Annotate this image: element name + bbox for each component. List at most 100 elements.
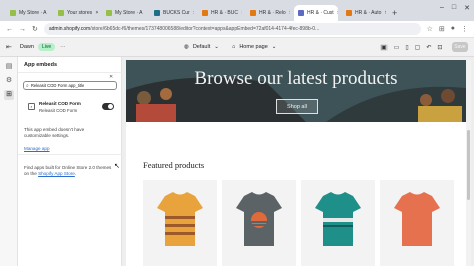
search-value: Releasit COD Form app_title	[30, 83, 85, 88]
forward-icon[interactable]: →	[19, 26, 26, 33]
editor-topbar: ⇤ Dawn Live ··· ◍ Default ⌄ ⌂ Home page …	[0, 38, 474, 57]
url-host: admin.shopify.com	[48, 26, 91, 32]
tshirt-coral-icon	[394, 192, 440, 246]
minimize-icon[interactable]: –	[440, 4, 444, 12]
inspector-icon[interactable]: ▣	[380, 43, 388, 51]
product-card[interactable]	[143, 180, 217, 266]
theme-name: Dawn	[19, 44, 34, 50]
browser-tab[interactable]: BUCKS Cur✕	[150, 5, 194, 21]
tab-label: Your stores	[67, 10, 93, 16]
chevron-down-icon: ⌄	[271, 44, 277, 50]
close-tab-icon[interactable]: ✕	[289, 10, 290, 16]
more-actions-button[interactable]: ···	[60, 44, 66, 50]
shop-all-button[interactable]: Shop all	[276, 99, 318, 114]
close-tab-icon[interactable]: ✕	[95, 10, 98, 16]
embed-app-name: Releasit COD Form	[39, 108, 78, 113]
embed-toggle[interactable]	[102, 103, 114, 110]
find-apps-text: Find apps built for Online Store 2.0 the…	[24, 165, 114, 177]
toggle-knob	[108, 104, 113, 109]
tab-favicon-icon	[58, 10, 64, 16]
browser-tab[interactable]: My Store · A✕	[6, 5, 50, 21]
close-tab-icon[interactable]: ✕	[337, 10, 338, 16]
tab-favicon-icon	[202, 10, 208, 16]
extensions-icon[interactable]: ⊞	[439, 25, 445, 33]
browser-tab[interactable]: HR & · Auto✕	[342, 5, 386, 21]
tab-favicon-icon	[298, 10, 304, 16]
back-icon[interactable]: ←	[6, 26, 13, 33]
profile-icon[interactable]: ●	[451, 25, 455, 33]
tab-label: BUCKS Cur	[163, 10, 190, 16]
tab-favicon-icon	[250, 10, 256, 16]
browser-window: My Store · A✕ Your stores✕ My Store · A✕…	[0, 0, 474, 266]
tab-favicon-icon	[346, 10, 352, 16]
theme-preset-select[interactable]: ◍ Default ⌄	[184, 44, 219, 50]
search-icon: ⌕	[26, 82, 29, 89]
collapse-icon[interactable]: ✕	[109, 74, 113, 80]
store-preview: Browse our latest products Shop all Feat…	[126, 60, 466, 266]
star-icon[interactable]: ☆	[427, 25, 433, 33]
live-badge: Live	[37, 43, 56, 51]
tshirt-grey-icon	[236, 192, 282, 246]
browser-tab[interactable]: Your stores ✕	[54, 5, 98, 21]
tab-favicon-icon	[154, 10, 160, 16]
product-card[interactable]	[380, 180, 454, 266]
product-card[interactable]	[301, 180, 375, 266]
icon-rail: ▤ ⚙ ⊞	[0, 57, 18, 266]
scroll-thumb[interactable]	[467, 130, 470, 200]
close-window-icon[interactable]: ✕	[464, 4, 470, 12]
home-icon: ⌂	[232, 44, 236, 50]
product-card[interactable]	[222, 180, 296, 266]
tab-label: HR & · Relo	[259, 10, 286, 16]
browser-tab[interactable]: My Store · A✕	[102, 5, 146, 21]
tshirt-striped-icon	[157, 192, 203, 246]
close-tab-icon[interactable]: ✕	[384, 10, 386, 16]
preset-label: Default	[192, 44, 211, 50]
app-embed-item[interactable]: ▪ Releasit COD Form Releasit COD Form	[28, 100, 114, 118]
menu-icon[interactable]: ⋮	[461, 25, 468, 33]
desktop-view-icon[interactable]: ▭	[394, 44, 400, 51]
sections-icon[interactable]: ▤	[4, 62, 14, 72]
mobile-view-icon[interactable]: ▯	[405, 44, 408, 51]
featured-products-title: Featured products	[143, 160, 205, 170]
fullscreen-icon[interactable]: ▢	[415, 44, 421, 51]
hero-title: Browse our latest products	[194, 68, 398, 89]
browser-tab-active[interactable]: HR & · Cust✕	[294, 5, 338, 21]
tab-label: My Store · A	[115, 10, 143, 16]
tab-favicon-icon	[106, 10, 112, 16]
search-input[interactable]: ⌕ Releasit COD Form app_title	[23, 81, 117, 90]
divider	[18, 72, 122, 73]
app-block-icon: ▪	[28, 103, 35, 110]
browser-tab[interactable]: HR & · BUC✕	[198, 5, 242, 21]
undo-icon[interactable]: ↶	[426, 44, 431, 51]
tab-label: My Store · A	[19, 10, 47, 16]
exit-icon[interactable]: ⇤	[6, 43, 12, 51]
find-apps-end: .	[74, 171, 77, 176]
tshirt-teal-icon	[315, 192, 361, 246]
new-tab-button[interactable]: +	[392, 5, 397, 21]
tab-label: HR & · Cust	[307, 10, 334, 16]
browser-tab[interactable]: HR & · Relo✕	[246, 5, 290, 21]
page-select[interactable]: ⌂ Home page ⌄	[232, 44, 276, 50]
url-path: /store/6b65dc-f6/themes/173748006588/edi…	[90, 26, 320, 32]
redo-icon[interactable]: ⊡	[437, 44, 442, 51]
app-store-link[interactable]: Shopify App Store	[38, 171, 75, 176]
save-button[interactable]: Save	[452, 42, 468, 52]
manage-app-link[interactable]: Manage app	[24, 146, 50, 151]
reload-icon[interactable]: ↻	[32, 25, 38, 33]
window-controls: – □ ✕	[440, 4, 470, 12]
palette-icon: ◍	[184, 44, 189, 50]
panel-title: App embeds	[24, 62, 58, 68]
close-tab-icon[interactable]: ✕	[193, 10, 194, 16]
tab-favicon-icon	[10, 10, 16, 16]
url-input[interactable]: admin.shopify.com/store/6b65dc-f6/themes…	[43, 23, 421, 35]
maximize-icon[interactable]: □	[452, 4, 456, 12]
app-embeds-panel: App embeds ✕ ⌕ Releasit COD Form app_tit…	[18, 57, 122, 266]
tab-label: HR & · BUC	[211, 10, 238, 16]
tab-strip: My Store · A✕ Your stores✕ My Store · A✕…	[0, 0, 474, 21]
preview-scrollbar[interactable]	[466, 60, 471, 266]
chevron-down-icon: ⌄	[214, 44, 219, 50]
close-tab-icon[interactable]: ✕	[241, 10, 242, 16]
theme-settings-icon[interactable]: ⚙	[4, 76, 14, 86]
app-embeds-icon[interactable]: ⊞	[4, 90, 14, 100]
editor-tools: ▣ ▭ ▯ ▢ ↶ ⊡	[380, 43, 442, 51]
